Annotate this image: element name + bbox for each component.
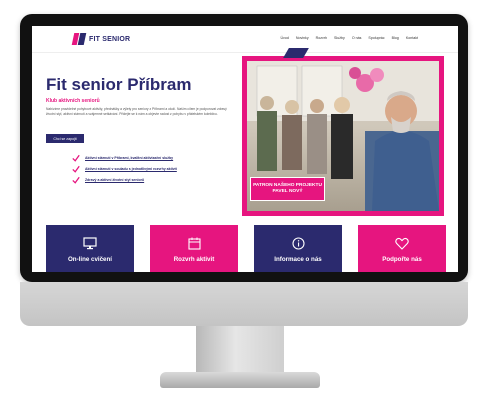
nav-item-novinky[interactable]: Novinky: [296, 36, 309, 40]
website-screen: FIT SENIOR Úvod Novinky Rozvrh Služby O …: [32, 26, 458, 272]
photo-caption: PATRON NAŠEHO PROJEKTU PAVEL NOVÝ: [250, 177, 325, 201]
card-online-exercise[interactable]: On-line cvičení: [46, 225, 134, 272]
monitor-stand-neck: [196, 326, 284, 376]
nav-item-uvod[interactable]: Úvod: [280, 36, 288, 40]
feature-cards: On-line cvičení Rozvrh aktivit Informace…: [46, 225, 446, 272]
site-header: FIT SENIOR Úvod Novinky Rozvrh Služby O …: [32, 26, 458, 53]
nav-item-o-nas[interactable]: O nás: [352, 36, 362, 40]
list-item: Zdravý a aktivní životní styl seniorů: [72, 174, 242, 185]
monitor-stand-base: [160, 372, 320, 388]
check-icon: [72, 154, 80, 162]
checklist-link[interactable]: Aktivní stárnutí v Příbrami, kvalitní ak…: [85, 156, 173, 160]
card-about-us[interactable]: Informace o nás: [254, 225, 342, 272]
feature-checklist: Aktivní stárnutí v Příbrami, kvalitní ak…: [72, 152, 242, 185]
main-nav: Úvod Novinky Rozvrh Služby O nás Spolupr…: [280, 36, 418, 40]
page-title: Fit senior Příbram: [46, 75, 192, 94]
logo-mark-icon: [71, 32, 87, 46]
monitor-chin: [20, 282, 468, 326]
join-button[interactable]: Chci se zapojit: [46, 134, 84, 143]
card-schedule[interactable]: Rozvrh aktivit: [150, 225, 238, 272]
caption-line-2: PAVEL NOVÝ: [272, 189, 303, 194]
page-subtitle: Klub aktivních seniorů: [46, 98, 100, 104]
info-icon: [291, 237, 305, 250]
list-item: Aktivní stárnutí v Příbrami, kvalitní ak…: [72, 152, 242, 163]
card-label: Podpořte nás: [382, 256, 422, 263]
nav-item-kontakt[interactable]: Kontakt: [406, 36, 418, 40]
monitor-icon: [83, 237, 97, 250]
card-support-us[interactable]: Podpořte nás: [358, 225, 446, 272]
nav-item-sluzby[interactable]: Služby: [334, 36, 345, 40]
hero-paragraph: Nabízíme pravidelné pohybové aktivity, p…: [46, 107, 227, 116]
calendar-icon: [187, 237, 201, 250]
nav-item-blog[interactable]: Blog: [392, 36, 399, 40]
logo-text: FIT SENIOR: [89, 35, 131, 43]
card-label: Informace o nás: [274, 256, 322, 263]
nav-item-spoluprace[interactable]: Spoluprác: [368, 36, 384, 40]
checklist-link[interactable]: Aktivní stárnutí v souladu s jednotlivým…: [85, 167, 177, 171]
list-item: Aktivní stárnutí v souladu s jednotlivým…: [72, 163, 242, 174]
site-logo[interactable]: FIT SENIOR: [71, 32, 131, 46]
heart-icon: [395, 237, 409, 250]
nav-item-rozvrh[interactable]: Rozvrh: [316, 36, 327, 40]
check-icon: [72, 176, 80, 184]
card-label: On-line cvičení: [67, 256, 112, 263]
check-icon: [72, 165, 80, 173]
card-label: Rozvrh aktivit: [173, 256, 215, 263]
checklist-link[interactable]: Zdravý a aktivní životní styl seniorů: [85, 178, 144, 182]
